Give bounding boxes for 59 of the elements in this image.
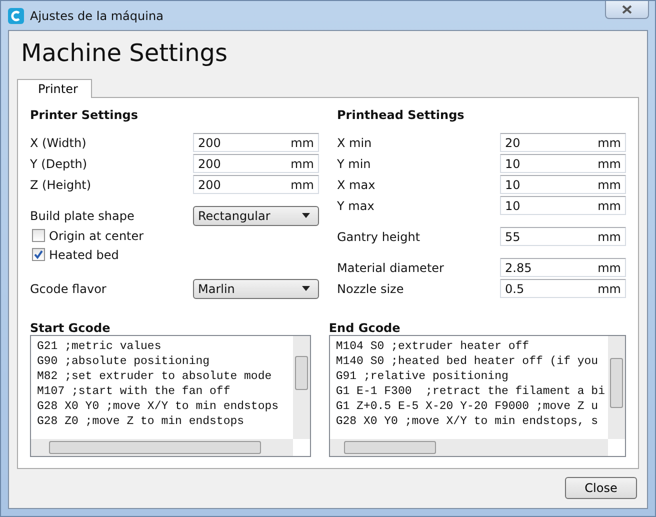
vertical-scrollbar[interactable] <box>608 336 625 439</box>
field-label: X min <box>337 136 372 150</box>
code-editor[interactable]: G21 ;metric values G90 ;absolute positioning M82 ;set extruder to absolute mode M107 ;start with the fan off G28 X0 Y0 ;move X/Y to min endstops G28 Z0 ;move Z to min endstops <box>30 335 311 457</box>
field-label: Gcode flavor <box>30 282 106 296</box>
close-button[interactable] <box>605 1 649 19</box>
number-field[interactable]: 200 mm <box>193 133 319 152</box>
code-line: G90 ;absolute positioning <box>37 354 211 369</box>
code-editor[interactable] <box>328 335 626 457</box>
number-field[interactable]: 20 mm <box>500 133 626 152</box>
tab[interactable]: Printer <box>17 79 92 98</box>
dropdown[interactable]: Marlin <box>193 278 319 298</box>
field-label: Y (Depth) <box>30 156 88 170</box>
code-line: M140 S0 ;heated bed heater off (if you <box>336 354 600 369</box>
code-line: G28 Z0 ;move Z to min endstops <box>37 414 246 429</box>
code-line: G91 ;relative positioning <box>336 369 510 384</box>
number-field[interactable]: 55 mm <box>500 227 626 246</box>
vertical-scrollbar[interactable] <box>292 336 310 439</box>
code-line: M107 ;start with the fan off <box>37 384 232 399</box>
section-title: End Gcode <box>328 321 402 335</box>
section-title: Start Gcode <box>30 321 112 335</box>
field-label: Nozzle size <box>337 282 404 296</box>
section-title: Printer Settings <box>30 108 139 122</box>
section-title: Printhead Settings <box>337 108 466 122</box>
code-line: G21 ;metric values <box>37 339 162 354</box>
horizontal-scrollbar[interactable] <box>330 439 608 456</box>
close-icon <box>622 5 632 14</box>
field-label: Material diameter <box>337 260 444 274</box>
checkbox[interactable] <box>32 229 45 242</box>
app-logo-icon <box>8 8 24 24</box>
field-label: Y min <box>337 156 371 170</box>
caret-icon <box>302 213 310 218</box>
code-line: G28 X0 Y0 ;move X/Y to min endstops <box>37 399 280 414</box>
dialog-heading: Machine Settings <box>21 39 229 67</box>
field-label: X (Width) <box>30 136 86 150</box>
number-field[interactable]: 10 mm <box>500 196 626 215</box>
horizontal-scrollbar[interactable] <box>31 439 293 456</box>
field-label: Y max <box>337 198 374 212</box>
field-label: Gantry height <box>337 230 420 244</box>
code-line: G1 Z+0.5 E-5 X-20 Y-20 F9000 ;move Z u <box>336 399 600 414</box>
field-label: Z (Height) <box>30 178 92 192</box>
number-field[interactable]: 2.85 mm <box>500 258 626 277</box>
window-title: Ajustes de la máquina <box>30 8 164 22</box>
field-label: X max <box>337 178 376 192</box>
code-line: G1 E-1 F300 ;retract the filament a bi <box>336 384 605 399</box>
checkbox[interactable] <box>32 248 45 261</box>
number-field[interactable]: 200 mm <box>193 154 319 173</box>
number-field[interactable]: 200 mm <box>193 175 319 194</box>
checkbox-label: Origin at center <box>49 228 144 242</box>
caret-icon <box>302 286 310 291</box>
close-button[interactable]: Close <box>565 477 637 499</box>
number-field[interactable]: 0.5 mm <box>500 279 626 298</box>
code-line: M104 S0 ;extruder heater off <box>336 339 530 354</box>
number-field[interactable]: 10 mm <box>500 175 626 194</box>
code-line: G28 X0 Y0 ;move X/Y to min endstops, s <box>336 414 600 429</box>
code-line: M82 ;set extruder to absolute mode <box>37 369 273 384</box>
number-field[interactable]: 10 mm <box>500 154 626 173</box>
checkbox-label: Heated bed <box>49 248 119 262</box>
field-label: Build plate shape <box>30 208 134 222</box>
dropdown[interactable]: Rectangular <box>193 206 319 226</box>
